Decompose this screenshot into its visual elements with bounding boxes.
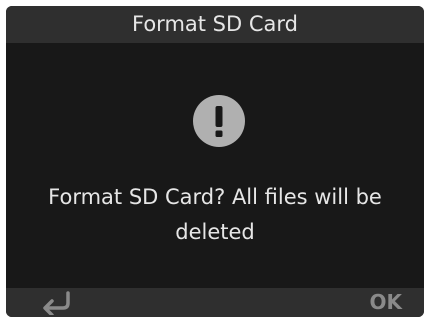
softkey-bar: OK — [6, 288, 424, 317]
exclamation-icon — [193, 95, 245, 147]
ok-button[interactable]: OK — [370, 288, 403, 317]
dialog-title: Format SD Card — [6, 6, 424, 43]
dialog-message: Format SD Card? All files will be delete… — [48, 185, 382, 244]
back-arrow-icon[interactable] — [37, 290, 77, 315]
format-sd-dialog: Format SD Card Format SD Card? All files… — [6, 6, 424, 317]
